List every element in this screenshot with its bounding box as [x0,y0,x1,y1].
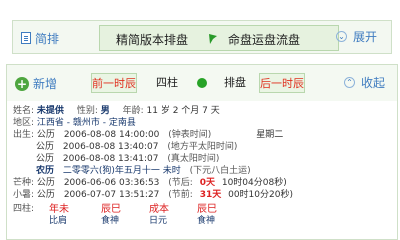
region-value: 江西省 - 赣州市 - 定南县 [36,118,136,128]
lunar-cal: 农历 [36,166,55,176]
document-icon [21,32,31,44]
birth-clock-date: 2006-08-08 14:00:00 [63,130,160,140]
birth-label: 出生: [13,130,35,140]
tab-precise-group: 精简版本排盘 命盘运盘流盘 [99,25,339,51]
lunar-date: 二零零六(狗)年五月十一 未时 [62,166,181,176]
flag-icon [209,34,217,44]
next-hour-button[interactable]: 后一时辰 [259,73,305,93]
birth-row-local: 公历 2006-08-08 13:40:07 (地方平太阳时间) [36,142,237,153]
xiaoshu-days: 31天 [199,190,222,200]
gender-value: 男 [100,106,110,116]
birth-clock-note: (钟表时间) [168,130,212,140]
age-value: 11 岁 2 个月 7 天 [146,106,220,116]
birth-local-note: (地方平太阳时间) [167,142,238,152]
pillars-label: 四柱: [13,204,35,214]
mangzhong-time: 10时04分08秒) [221,178,287,188]
mode-tab-bar: 简排 精简版本排盘 命盘运盘流盘 ⌄ 展开 [12,20,392,54]
add-button[interactable]: + 新增 [15,75,57,92]
pillar-month: 辰巳 [101,204,121,215]
term-row-mangzhong: 芒种: 公历 2006-06-06 03:36:53 (节后: 0天 10时04… [13,178,287,189]
xiaoshu-time: 00时10分20秒) [228,190,293,200]
collapse-label: 收起 [360,76,385,90]
lunar-note: (下元八白土运) [189,166,251,176]
name-label: 姓名: [13,106,35,116]
pillar-month-god: 食神 [101,216,120,226]
status-dot-icon [197,78,207,88]
xiaoshu-cal: 公历 [36,190,55,200]
region-row: 地区: 江西省 - 赣州市 - 定南县 [13,118,136,129]
tab-precise[interactable]: 精简版本排盘 [116,31,188,48]
mangzhong-date: 2006-06-06 03:36:53 [63,178,160,188]
prev-hour-button[interactable]: 前一时辰 [91,73,137,93]
pillar-hour-god: 食神 [197,216,216,226]
collapse-button[interactable]: ⌃ 收起 [343,74,385,91]
xiaoshu-label: 小暑: [13,190,35,200]
birth-clock-cal: 公历 [36,130,55,140]
name-row: 姓名: 未提供 性别: 男 年龄: 11 岁 2 个月 7 天 [13,106,220,117]
tab-simple-label: 简排 [35,31,60,46]
chevron-up-icon: ⌃ [343,77,355,88]
plus-icon: + [15,76,29,91]
region-label: 地区: [13,118,35,128]
xiaoshu-note: (节前: [168,190,193,200]
name-value: 未提供 [36,106,64,116]
add-label: 新增 [33,77,58,91]
birth-row-clock: 出生: 公历 2006-08-08 14:00:00 (钟表时间) 星期二 [13,130,283,141]
birth-row-true: 公历 2006-08-08 13:41:07 (真太阳时间) [36,154,219,165]
pillars-row: 四柱: 年未 辰巳 成本 辰巳 比肩 食神 日元 食神 [13,204,373,228]
pillar-year: 年未 [49,204,69,215]
chart-toolbar: + 新增 前一时辰 四柱 排盘 后一时辰 ⌃ 收起 [7,65,397,101]
mangzhong-label: 芒种: [13,178,35,188]
expand-label: 展开 [352,30,377,44]
birth-true-note: (真太阳时间) [167,154,220,164]
birth-local-cal: 公历 [36,142,55,152]
tab-simple[interactable]: 简排 [21,28,59,48]
chart-button[interactable]: 排盘 [217,73,253,93]
birth-row-lunar: 农历 二零零六(狗)年五月十一 未时 (下元八白土运) [36,166,251,177]
pillar-day-god: 日元 [149,216,168,226]
pillar-hour: 辰巳 [197,204,217,215]
chart-panel: + 新增 前一时辰 四柱 排盘 后一时辰 ⌃ 收起 姓名: 未提供 性别: 男 … [6,64,398,240]
birth-weekday: 星期二 [256,130,284,140]
xiaoshu-date: 2006-07-07 13:51:27 [63,190,160,200]
birth-true-cal: 公历 [36,154,55,164]
birth-true-date: 2006-08-08 13:41:07 [62,154,159,164]
pillar-day: 成本 [149,204,169,215]
age-label: 年龄: [122,106,144,116]
birth-local-date: 2006-08-08 13:40:07 [62,142,159,152]
gender-label: 性别: [76,106,98,116]
mangzhong-days: 0天 [199,178,215,188]
term-row-xiaoshu: 小暑: 公历 2006-07-07 13:51:27 (节前: 31天 00时1… [13,190,293,201]
tab-fate[interactable]: 命盘运盘流盘 [228,31,300,48]
expand-button[interactable]: ⌄ 展开 [335,28,377,45]
pillar-year-god: 比肩 [49,216,68,226]
chevron-down-icon: ⌄ [335,31,347,42]
mangzhong-cal: 公历 [36,178,55,188]
mangzhong-note: (节后: [168,178,193,188]
four-pillars-button[interactable]: 四柱 [149,73,185,93]
